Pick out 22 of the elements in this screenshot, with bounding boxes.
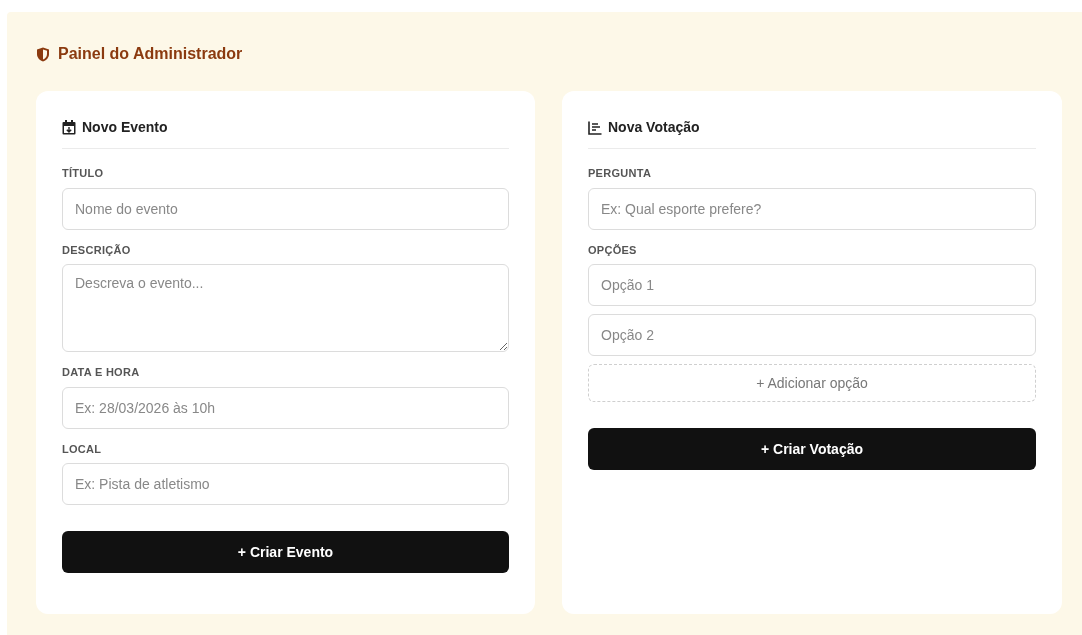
panel-title: Painel do Administrador (58, 44, 243, 64)
description-field[interactable]: Descreva o evento... (62, 264, 509, 352)
field-label: TÍTULO (62, 166, 105, 181)
shield-icon (36, 46, 50, 62)
calendar-icon (62, 120, 76, 135)
input-field[interactable]: Ex: 28/03/2026 às 10h (62, 386, 509, 429)
option-field[interactable]: Opção 2 (588, 314, 1036, 356)
field-label: DESCRIÇÃO (62, 242, 132, 258)
field-label: LOCAL (62, 441, 103, 457)
input-field[interactable]: Nome do evento (62, 187, 509, 230)
add-option-button[interactable]: + Adicionar opção (588, 364, 1036, 402)
input-field[interactable]: Ex: Pista de atletismo (62, 463, 509, 505)
field-label: PERGUNTA (588, 166, 653, 181)
field-label: OPÇÕES (588, 242, 638, 258)
field-label: DATA E HORA (62, 365, 141, 380)
input-field[interactable]: Ex: Qual esporte prefere? (588, 187, 1036, 230)
card-title: Novo Evento (82, 118, 168, 137)
bar-chart-icon (588, 120, 602, 135)
create-poll-button[interactable]: + Criar Votação (588, 428, 1036, 470)
card-title: Nova Votação (608, 118, 700, 137)
option-field[interactable]: Opção 1 (588, 264, 1036, 306)
create-event-button[interactable]: + Criar Evento (62, 531, 509, 573)
